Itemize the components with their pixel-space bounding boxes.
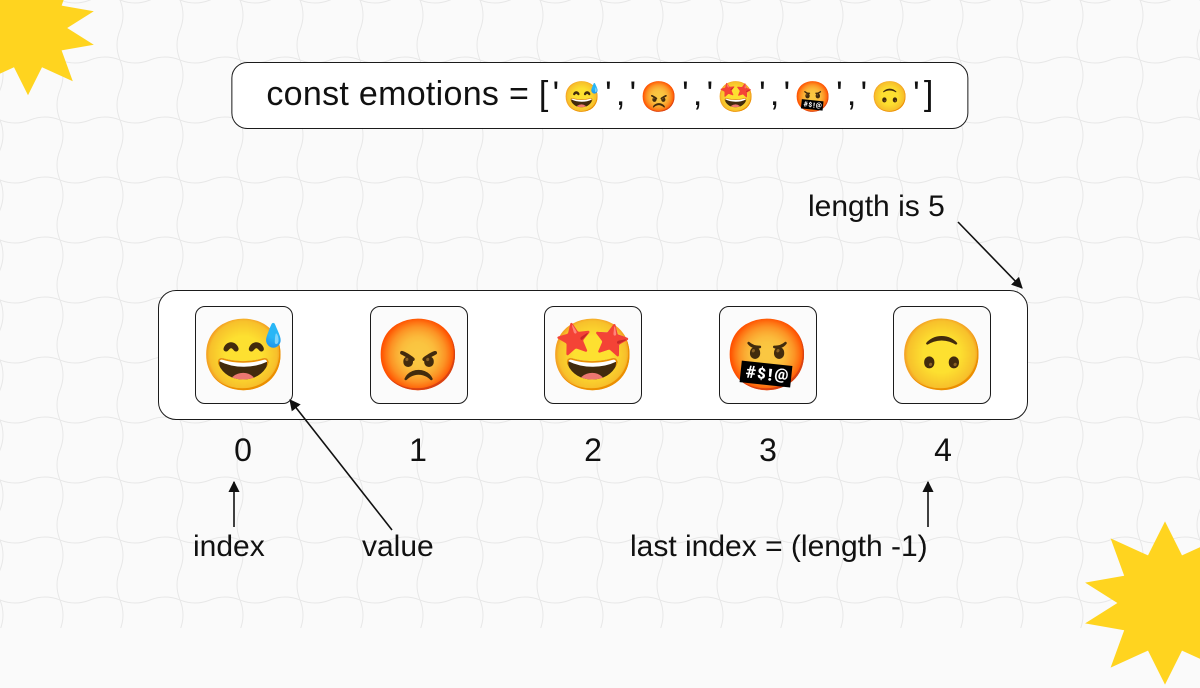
code-emoji-1: 😡: [640, 83, 678, 113]
code-emoji-4: 🙃: [871, 83, 909, 113]
index-2: 2: [544, 432, 642, 469]
code-emoji-3: 🤬: [794, 83, 832, 113]
array-cell-2: 🤩: [544, 306, 642, 404]
code-quote-close-0: ': [605, 75, 612, 114]
array-cell-1: 😡: [370, 306, 468, 404]
code-quote-close-1: ': [682, 75, 689, 114]
code-sep-2: ,: [770, 75, 780, 114]
code-emoji-0: 😅: [563, 83, 601, 113]
code-prefix: const emotions = [: [266, 75, 548, 114]
code-emoji-2: 🤩: [717, 83, 755, 113]
array-cell-0: 😅: [195, 306, 293, 404]
code-sep-0: ,: [616, 75, 626, 114]
code-sep-3: ,: [847, 75, 857, 114]
code-quote-open-4: ': [861, 75, 868, 114]
array-container: 😅 😡 🤩 🤬 🙃: [158, 290, 1028, 420]
code-quote-open-2: ': [707, 75, 714, 114]
label-value: value: [362, 530, 434, 564]
index-0: 0: [194, 432, 292, 469]
code-sep-1: ,: [693, 75, 703, 114]
label-length: length is 5: [808, 190, 945, 224]
code-quote-close-2: ': [759, 75, 766, 114]
code-quote-open-3: ': [784, 75, 791, 114]
index-3: 3: [719, 432, 817, 469]
code-declaration: const emotions = [ '😅' , '😡' , '🤩' , '🤬'…: [231, 62, 968, 129]
label-index: index: [193, 530, 265, 564]
array-cell-3: 🤬: [719, 306, 817, 404]
code-quote-open-0: ': [553, 75, 560, 114]
code-suffix: ]: [924, 75, 934, 114]
index-1: 1: [369, 432, 467, 469]
label-last-index: last index = (length -1): [630, 530, 928, 564]
array-cell-4: 🙃: [893, 306, 991, 404]
arrow-length: [958, 222, 1022, 288]
code-quote-close-4: ': [913, 75, 920, 114]
index-4: 4: [894, 432, 992, 469]
index-row: 0 1 2 3 4: [158, 432, 1028, 469]
code-quote-open-1: ': [630, 75, 637, 114]
code-quote-close-3: ': [836, 75, 843, 114]
